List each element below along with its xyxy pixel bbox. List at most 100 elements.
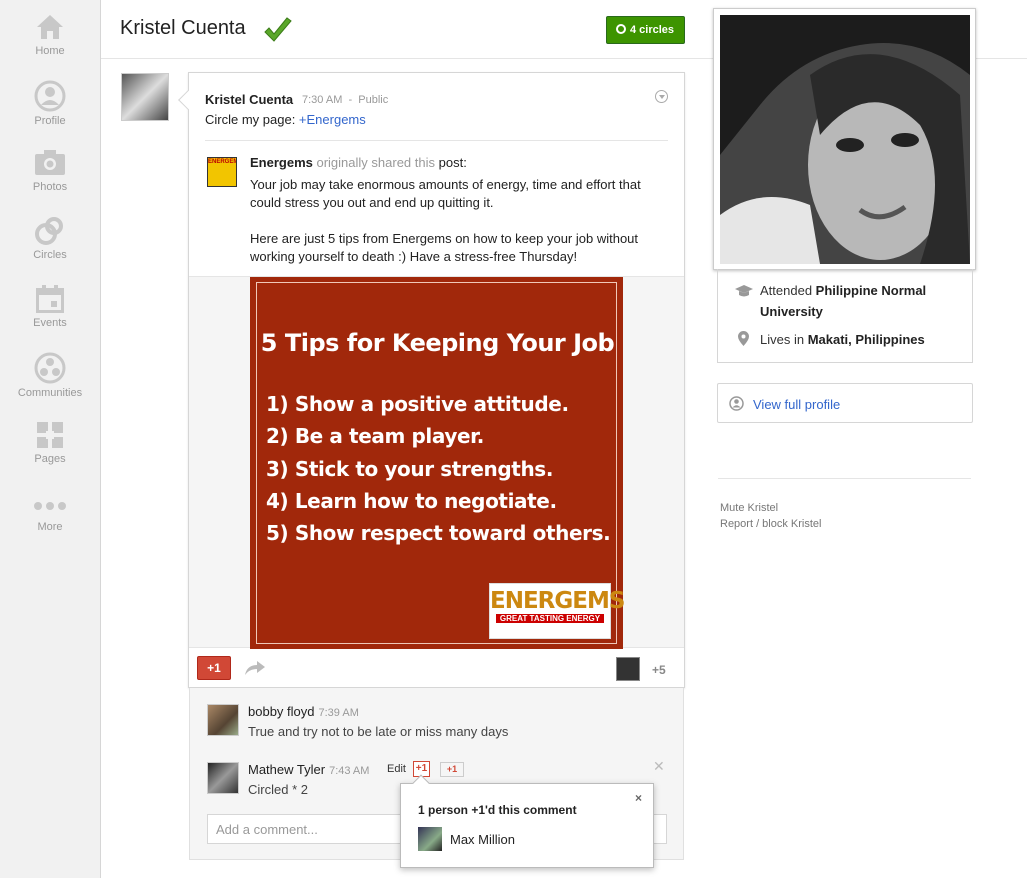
graduation-cap-icon bbox=[735, 285, 753, 297]
image-tip-5: 5) Show respect toward others. bbox=[266, 521, 611, 545]
commenter-avatar[interactable] bbox=[207, 762, 239, 794]
profile-icon bbox=[34, 80, 66, 112]
home-icon bbox=[37, 15, 63, 39]
education-prefix: Attended bbox=[760, 283, 816, 298]
logo-tagline: GREAT TASTING ENERGY bbox=[496, 614, 604, 623]
verified-check-icon bbox=[264, 17, 292, 42]
left-nav: Home Profile Photos Circles Events Commu… bbox=[0, 0, 101, 878]
location-value[interactable]: Makati, Philippines bbox=[808, 332, 925, 347]
comment-text: True and try not to be late or miss many… bbox=[248, 724, 509, 739]
nav-profile[interactable]: Profile bbox=[0, 68, 100, 136]
logo-text: ENERGEMS bbox=[490, 588, 625, 614]
post-text-prefix: Circle my page: bbox=[205, 112, 299, 127]
nav-home[interactable]: Home bbox=[0, 0, 100, 68]
plus-count[interactable]: +5 bbox=[652, 663, 666, 677]
image-tip-2: 2) Be a team player. bbox=[266, 424, 484, 448]
comment-author[interactable]: bobby floyd bbox=[248, 704, 315, 719]
shared-header-colon: : bbox=[463, 155, 467, 170]
nav-more-label: More bbox=[37, 521, 63, 533]
communities-icon bbox=[34, 352, 66, 384]
post-image-area[interactable]: 5 Tips for Keeping Your Job 1) Show a po… bbox=[189, 276, 684, 649]
plus-one-button[interactable]: +1 bbox=[197, 656, 231, 680]
popup-close-icon[interactable]: × bbox=[635, 791, 642, 805]
divider bbox=[718, 478, 971, 479]
post-card: Kristel Cuenta 7:30 AM - Public Circle m… bbox=[178, 72, 685, 688]
original-post-link[interactable]: post bbox=[439, 155, 464, 170]
shared-source-name[interactable]: Energems bbox=[250, 155, 313, 170]
post-meta-separator: - bbox=[348, 94, 353, 106]
shared-body-paragraph-1: Your job may take enormous amounts of en… bbox=[250, 177, 641, 210]
circles-icon bbox=[35, 217, 63, 245]
calendar-icon bbox=[36, 285, 64, 313]
shared-source-avatar[interactable]: ENERGEMS bbox=[207, 157, 237, 187]
circles-button[interactable]: 4 circles bbox=[606, 16, 685, 44]
nav-circles[interactable]: Circles bbox=[0, 204, 100, 272]
pages-icon bbox=[37, 422, 63, 448]
view-full-profile-button[interactable]: View full profile bbox=[717, 383, 973, 423]
mute-link[interactable]: Mute Kristel bbox=[720, 502, 778, 514]
post-time[interactable]: 7:30 AM bbox=[302, 94, 342, 106]
commenter-avatar[interactable] bbox=[207, 704, 239, 736]
profile-info-card: Attended Philippine Normal University Li… bbox=[717, 269, 973, 363]
nav-communities[interactable]: Communities bbox=[0, 340, 100, 408]
comment-time[interactable]: 7:39 AM bbox=[319, 707, 359, 719]
nav-events[interactable]: Events bbox=[0, 272, 100, 340]
location-prefix: Lives in bbox=[760, 332, 808, 347]
nav-events-label: Events bbox=[33, 317, 67, 329]
comment-author-line: Mathew Tyler 7:43 AM bbox=[248, 762, 369, 777]
image-tip-4: 4) Learn how to negotiate. bbox=[266, 489, 557, 513]
location-row: Lives in Makati, Philippines bbox=[760, 329, 925, 350]
plus-oner-avatar[interactable] bbox=[616, 657, 640, 681]
nav-circles-label: Circles bbox=[33, 249, 67, 261]
circle-ring-icon bbox=[616, 24, 626, 34]
post-visibility[interactable]: Public bbox=[358, 94, 388, 106]
comment-plus-one-button[interactable]: +1 bbox=[440, 762, 464, 777]
comment-author[interactable]: Mathew Tyler bbox=[248, 762, 325, 777]
nav-communities-label: Communities bbox=[17, 387, 83, 399]
comment-edit-link[interactable]: Edit bbox=[387, 763, 406, 775]
post-meta: 7:30 AM - Public bbox=[302, 94, 388, 106]
nav-home-label: Home bbox=[35, 45, 65, 57]
profile-photo bbox=[720, 15, 970, 264]
popup-title: 1 person +1'd this comment bbox=[418, 803, 577, 817]
nav-profile-label: Profile bbox=[34, 115, 66, 127]
profile-photo-frame[interactable] bbox=[713, 8, 976, 270]
image-title: 5 Tips for Keeping Your Job bbox=[260, 329, 615, 357]
nav-photos[interactable]: Photos bbox=[0, 136, 100, 204]
more-dots-icon bbox=[34, 502, 66, 510]
comment-close-icon[interactable]: ✕ bbox=[653, 758, 665, 775]
shared-body: Your job may take enormous amounts of en… bbox=[250, 176, 665, 266]
divider bbox=[205, 140, 668, 141]
education-row: Attended Philippine Normal University bbox=[760, 280, 960, 322]
nav-more[interactable]: More bbox=[0, 476, 100, 544]
shared-header: Energems originally shared this post: bbox=[250, 155, 467, 170]
post-image[interactable]: 5 Tips for Keeping Your Job 1) Show a po… bbox=[250, 277, 625, 649]
nav-photos-label: Photos bbox=[32, 181, 68, 193]
comment-text: Circled * 2 bbox=[248, 782, 308, 797]
page-mention-link[interactable]: +Energems bbox=[299, 112, 366, 127]
comment-author-line: bobby floyd 7:39 AM bbox=[248, 704, 359, 719]
profile-icon bbox=[729, 396, 744, 411]
shared-body-paragraph-2: Here are just 5 tips from Energems on ho… bbox=[250, 231, 639, 264]
energems-logo: ENERGEMS GREAT TASTING ENERGY bbox=[489, 583, 625, 639]
post-menu-chevron-icon[interactable] bbox=[655, 90, 668, 103]
post-author[interactable]: Kristel Cuenta bbox=[205, 92, 293, 107]
report-block-link[interactable]: Report / block Kristel bbox=[720, 518, 821, 530]
comment-time[interactable]: 7:43 AM bbox=[329, 765, 369, 777]
image-tip-1: 1) Show a positive attitude. bbox=[266, 392, 569, 416]
author-avatar[interactable] bbox=[121, 73, 169, 121]
location-pin-icon bbox=[738, 331, 749, 346]
shared-header-mid: originally shared this bbox=[312, 155, 439, 170]
view-full-profile-link[interactable]: View full profile bbox=[753, 397, 840, 412]
nav-pages-label: Pages bbox=[34, 453, 66, 465]
nav-pages[interactable]: Pages bbox=[0, 408, 100, 476]
camera-icon bbox=[35, 150, 65, 175]
image-tip-3: 3) Stick to your strengths. bbox=[266, 457, 554, 481]
share-arrow-icon[interactable] bbox=[245, 661, 265, 675]
post-card-arrow bbox=[178, 90, 198, 110]
shared-source-avatar-logo: ENERGEMS bbox=[208, 159, 236, 165]
popup-person-name[interactable]: Max Million bbox=[450, 832, 515, 847]
post-text: Circle my page: +Energems bbox=[205, 112, 366, 127]
popup-person-avatar[interactable] bbox=[418, 827, 442, 851]
plus-one-popup: 1 person +1'd this comment × Max Million bbox=[400, 774, 654, 868]
